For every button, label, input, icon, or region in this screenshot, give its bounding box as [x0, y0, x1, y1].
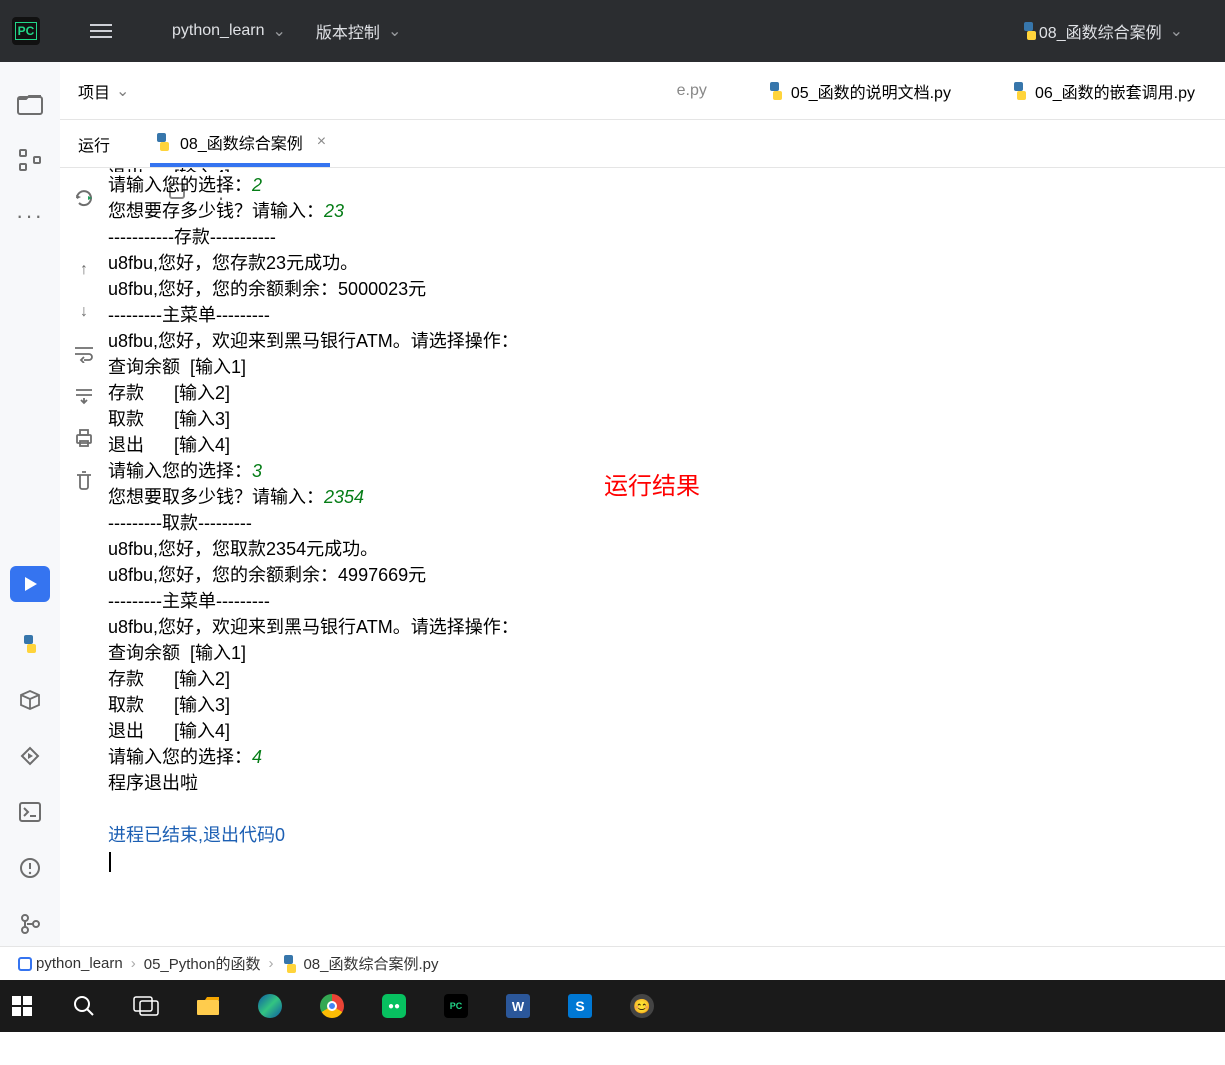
main-menu-icon[interactable] — [90, 24, 112, 38]
python-icon — [154, 133, 172, 151]
breadcrumb-file[interactable]: 08_函数综合案例.py — [281, 953, 438, 974]
run-tab-label: 08_函数综合案例 — [180, 130, 303, 154]
console-toolbar: ↑ ↓ — [60, 168, 108, 946]
editor-tab-05[interactable]: 05_函数的说明文档.py — [767, 79, 951, 103]
pycharm-taskbar-icon[interactable]: PC — [440, 990, 472, 1022]
main-area: ··· 项目 ⌄ e.py 05_函数的 — [0, 62, 1225, 946]
project-icon — [18, 957, 32, 971]
chevron-down-icon: ⌄ — [116, 81, 129, 101]
python-icon — [281, 955, 299, 973]
chevron-right-icon: › — [268, 955, 273, 972]
vcs-icon[interactable] — [16, 910, 44, 938]
run-rail-icon[interactable] — [10, 566, 50, 602]
project-panel-dropdown[interactable]: 项目 ⌄ — [78, 79, 129, 103]
up-arrow-icon[interactable]: ↑ — [72, 258, 96, 282]
chevron-right-icon: › — [131, 955, 136, 972]
python-icon — [1021, 22, 1039, 40]
editor-tab-06[interactable]: 06_函数的嵌套调用.py — [1011, 79, 1195, 103]
top-row: 项目 ⌄ e.py 05_函数的说明文档.py 06_函数的嵌套调用.py — [60, 62, 1225, 120]
app-icon[interactable]: 😊 — [626, 990, 658, 1022]
print-icon[interactable] — [72, 426, 96, 450]
more-icon[interactable]: ··· — [16, 202, 44, 230]
editor-tabs: e.py 05_函数的说明文档.py 06_函数的嵌套调用.py — [677, 62, 1225, 119]
scroll-to-end-icon[interactable] — [72, 384, 96, 408]
chrome-icon[interactable] — [316, 990, 348, 1022]
console-body[interactable]: ⋮ 运行结果 退出 [输入4]请输入您的选择：2您想要存多少钱？请输入：23--… — [108, 168, 1225, 946]
chevron-down-icon: ⌄ — [1170, 21, 1183, 41]
close-icon[interactable]: × — [317, 133, 326, 151]
breadcrumb-folder[interactable]: 05_Python的函数 — [144, 953, 261, 974]
explorer-icon[interactable] — [192, 990, 224, 1022]
chevron-down-icon: ⌄ — [388, 21, 401, 41]
console: ↑ ↓ ⋮ 运行结果 — [60, 168, 1225, 946]
run-label[interactable]: 运行 — [78, 132, 110, 156]
project-dropdown[interactable]: python_learn ⌄ — [172, 21, 286, 41]
word-icon[interactable]: W — [502, 990, 534, 1022]
task-view-icon[interactable] — [130, 990, 162, 1022]
windows-taskbar: ●● PC W S 😊 — [0, 980, 1225, 1032]
packages-icon[interactable] — [16, 686, 44, 714]
vcs-label: 版本控制 — [316, 19, 380, 43]
terminal-icon[interactable] — [16, 798, 44, 826]
app-icon: PC — [12, 17, 40, 45]
python-console-icon[interactable] — [16, 630, 44, 658]
python-icon — [1011, 82, 1029, 100]
delete-icon[interactable] — [72, 468, 96, 492]
soft-wrap-icon[interactable] — [72, 342, 96, 366]
services-icon[interactable] — [16, 742, 44, 770]
console-output[interactable]: 退出 [输入4]请输入您的选择：2您想要存多少钱？请输入：23---------… — [108, 182, 1225, 946]
titlebar: PC python_learn ⌄ 版本控制 ⌄ 08_函数综合案例 ⌄ — [0, 0, 1225, 62]
chevron-down-icon: ⌄ — [273, 21, 286, 41]
breadcrumb-root[interactable]: python_learn — [18, 955, 123, 972]
start-button[interactable] — [6, 990, 38, 1022]
folder-icon[interactable] — [16, 90, 44, 118]
left-rail: ··· — [0, 62, 60, 946]
structure-icon[interactable] — [16, 146, 44, 174]
content-area: 项目 ⌄ e.py 05_函数的说明文档.py 06_函数的嵌套调用.py 运行… — [60, 62, 1225, 946]
current-file-dropdown[interactable]: 08_函数综合案例 ⌄ — [1021, 19, 1183, 43]
python-icon — [767, 82, 785, 100]
breadcrumb: python_learn › 05_Python的函数 › 08_函数综合案例.… — [0, 946, 1225, 980]
edge-icon[interactable] — [254, 990, 286, 1022]
search-icon[interactable] — [68, 990, 100, 1022]
vcs-dropdown[interactable]: 版本控制 ⌄ — [316, 19, 401, 43]
run-active-tab[interactable]: 08_函数综合案例 × — [150, 120, 330, 167]
down-arrow-icon[interactable]: ↓ — [72, 300, 96, 324]
problems-icon[interactable] — [16, 854, 44, 882]
current-file-label: 08_函数综合案例 — [1039, 19, 1162, 43]
rerun-icon[interactable] — [72, 186, 96, 210]
editor-tab-clipped[interactable]: e.py — [677, 82, 707, 100]
todesk-icon[interactable]: S — [564, 990, 596, 1022]
wechat-icon[interactable]: ●● — [378, 990, 410, 1022]
project-name: python_learn — [172, 22, 265, 40]
run-tabs: 运行 08_函数综合案例 × — [60, 120, 1225, 168]
project-panel-label: 项目 — [78, 79, 110, 103]
